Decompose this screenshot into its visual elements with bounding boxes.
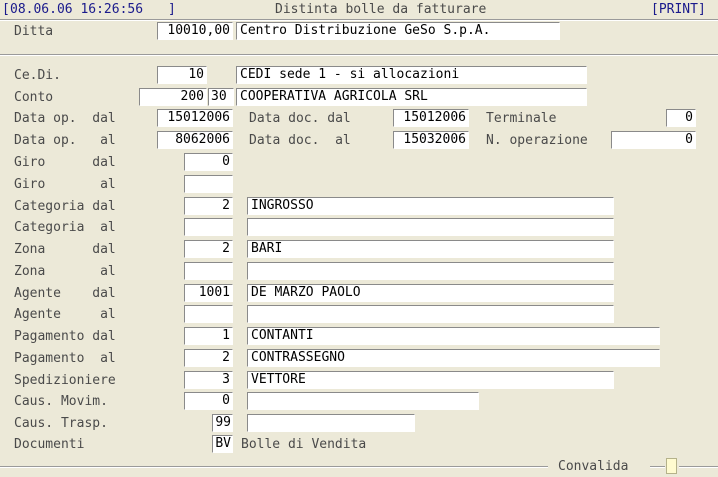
data-doc-al-field[interactable]: 15032006 — [393, 131, 469, 149]
ditta-label: Ditta — [14, 24, 54, 39]
agente-al-label: Agente al — [14, 307, 116, 322]
categoria-al-description — [247, 218, 614, 236]
caus-movim-description — [247, 392, 479, 410]
data-op-dal-field[interactable]: 15012006 — [157, 109, 233, 127]
zona-al-field[interactable] — [184, 262, 233, 280]
page-title: Distinta bolle da fatturare — [275, 2, 487, 17]
pagamento-dal-description: CONTANTI — [247, 327, 660, 345]
cedi-label: Ce.Di. — [14, 68, 61, 83]
pagamento-al-description: CONTRASSEGNO — [247, 349, 660, 367]
categoria-al-field[interactable] — [184, 218, 233, 236]
zona-al-label: Zona al — [14, 264, 116, 279]
caus-trasp-label: Caus. Trasp. — [14, 416, 108, 431]
zona-dal-label: Zona dal — [14, 242, 116, 257]
ditta-code-field[interactable]: 10010,00 — [157, 22, 233, 40]
conto-subcode-field[interactable]: 30 — [208, 88, 234, 106]
conto-label: Conto — [14, 90, 54, 105]
agente-dal-description: DE MARZO PAOLO — [247, 284, 614, 302]
categoria-al-label: Categoria al — [14, 220, 116, 235]
pagamento-al-field[interactable]: 2 — [184, 349, 233, 367]
footer-separator-mid — [650, 466, 665, 468]
terminale-label: Terminale — [486, 111, 557, 126]
terminale-field[interactable]: 0 — [666, 109, 696, 127]
conto-code-field[interactable]: 200 — [139, 88, 207, 106]
pagamento-al-label: Pagamento al — [14, 351, 116, 366]
data-doc-dal-label: Data doc. dal — [249, 111, 351, 126]
convalida-button[interactable] — [666, 458, 677, 474]
agente-dal-field[interactable]: 1001 — [184, 284, 233, 302]
zona-al-description — [247, 262, 614, 280]
caus-trasp-description — [247, 414, 415, 432]
data-doc-dal-field[interactable]: 15012006 — [393, 109, 469, 127]
agente-dal-label: Agente dal — [14, 286, 116, 301]
n-operazione-field[interactable]: 0 — [611, 131, 696, 149]
datetime-open-bracket: [ — [2, 2, 10, 17]
documenti-description: Bolle di Vendita — [241, 437, 367, 452]
giro-dal-field[interactable]: 0 — [184, 153, 233, 171]
documenti-label: Documenti — [14, 437, 85, 452]
documenti-field[interactable]: BV — [212, 435, 233, 453]
footer-separator-left — [0, 466, 548, 468]
conto-description-field: COOPERATIVA AGRICOLA SRL — [236, 88, 587, 106]
data-op-al-label: Data op. al — [14, 133, 116, 148]
zona-dal-description: BARI — [247, 240, 614, 258]
caus-movim-label: Caus. Movim. — [14, 394, 108, 409]
categoria-dal-description: INGROSSO — [247, 197, 614, 215]
agente-al-field[interactable] — [184, 305, 233, 323]
spedizioniere-label: Spedizioniere — [14, 373, 116, 388]
title-bar: [ 08.06.06 16:26:56 ] Distinta bolle da … — [0, 0, 718, 20]
ditta-description-field: Centro Distribuzione GeSo S.p.A. — [236, 22, 560, 40]
footer-separator-right — [679, 466, 718, 468]
form-window: [ 08.06.06 16:26:56 ] Distinta bolle da … — [0, 0, 718, 477]
data-op-al-field[interactable]: 8062006 — [157, 131, 233, 149]
spedizioniere-description: VETTORE — [247, 371, 614, 389]
giro-al-label: Giro al — [14, 177, 116, 192]
datetime-close-bracket: ] — [168, 2, 176, 17]
caus-movim-field[interactable]: 0 — [184, 392, 233, 410]
spedizioniere-field[interactable]: 3 — [184, 371, 233, 389]
cedi-description-field: CEDI sede 1 - si allocazioni — [236, 66, 587, 84]
data-op-dal-label: Data op. dal — [14, 111, 116, 126]
print-button[interactable]: [PRINT] — [651, 2, 706, 18]
title-separator — [0, 19, 718, 21]
categoria-dal-field[interactable]: 2 — [184, 197, 233, 215]
zona-dal-field[interactable]: 2 — [184, 240, 233, 258]
data-doc-al-label: Data doc. al — [249, 133, 351, 148]
giro-al-field[interactable] — [184, 175, 233, 193]
n-operazione-label: N. operazione — [486, 133, 588, 148]
caus-trasp-field[interactable]: 99 — [212, 414, 233, 432]
agente-al-description — [247, 305, 614, 323]
pagamento-dal-label: Pagamento dal — [14, 329, 116, 344]
cedi-code-field[interactable]: 10 — [157, 66, 207, 84]
categoria-dal-label: Categoria dal — [14, 199, 116, 214]
pagamento-dal-field[interactable]: 1 — [184, 327, 233, 345]
giro-dal-label: Giro dal — [14, 155, 116, 170]
header-datetime: 08.06.06 16:26:56 — [10, 2, 144, 17]
convalida-label: Convalida — [558, 459, 629, 474]
ditta-separator — [0, 54, 718, 56]
